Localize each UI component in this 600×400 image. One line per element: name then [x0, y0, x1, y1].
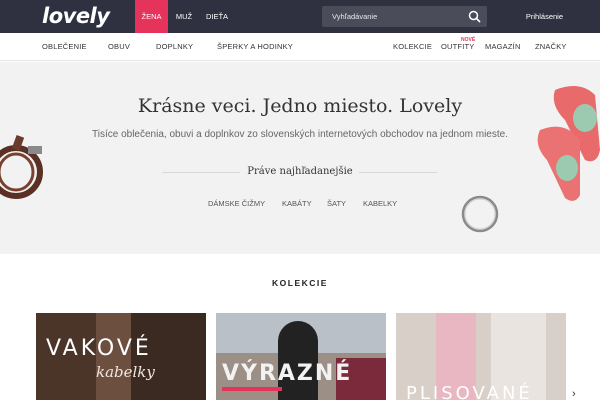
tab-muz[interactable]: MUŽ: [168, 0, 200, 33]
logo[interactable]: lovely: [42, 4, 110, 28]
login-link[interactable]: Prihlásenie: [526, 0, 563, 33]
popular-damske-cizmy[interactable]: DÁMSKE ČIŽMY: [208, 199, 265, 208]
nav-magazin[interactable]: MAGAZÍN: [485, 33, 521, 61]
collection-title: VAKOVÉ: [46, 336, 152, 361]
new-badge: NOVÉ: [461, 37, 476, 43]
tab-dieta[interactable]: DIEŤA: [200, 0, 234, 33]
top-bar: lovely ŽENA MUŽ DIEŤA Prihlásenie: [0, 0, 600, 33]
nav-obuv[interactable]: OBUV: [108, 33, 130, 61]
divider-right: [359, 172, 437, 173]
search-box: [322, 6, 487, 27]
collection-card-vakove[interactable]: VAKOVÉ kabelky: [36, 313, 206, 400]
collections-heading: KOLEKCIE: [272, 278, 328, 288]
collection-script: kabelky: [96, 363, 155, 381]
collection-title: VÝRAZNÉ: [222, 361, 353, 386]
hero-subtitle: Tisíce oblečenia, obuvi a doplnkov zo sl…: [92, 129, 508, 140]
nav-sperky[interactable]: ŠPERKY A HODINKY: [217, 33, 293, 61]
popular-kabaty[interactable]: KABÁTY: [282, 199, 312, 208]
hero-title: Krásne veci. Jedno miesto. Lovely: [137, 95, 463, 117]
nav-znacky[interactable]: ZNAČKY: [535, 33, 567, 61]
nav-doplnky[interactable]: DOPLNKY: [156, 33, 193, 61]
collection-card-vyrazne[interactable]: VÝRAZNÉ: [216, 313, 386, 400]
search-input[interactable]: [322, 6, 462, 27]
nav-oblecenie[interactable]: OBLEČENIE: [42, 33, 87, 61]
popular-saty[interactable]: ŠATY: [327, 199, 346, 208]
popular-heading: Práve najhľadanejšie: [247, 166, 353, 177]
nav-kolekcie[interactable]: KOLEKCIE: [393, 33, 432, 61]
collection-card-plisovane[interactable]: PLISOVANÉ: [396, 313, 566, 400]
ring-image: [461, 195, 499, 233]
popular-kabelky[interactable]: KABELKY: [363, 199, 397, 208]
collection-title: PLISOVANÉ: [406, 383, 533, 400]
hero-banner: Krásne veci. Jedno miesto. Lovely Tisíce…: [0, 62, 600, 254]
tab-zena[interactable]: ŽENA: [135, 0, 168, 33]
search-icon[interactable]: [468, 10, 481, 23]
category-nav: OBLEČENIE OBUV DOPLNKY ŠPERKY A HODINKY …: [0, 33, 600, 61]
chevron-right-icon[interactable]: ›: [572, 388, 576, 400]
